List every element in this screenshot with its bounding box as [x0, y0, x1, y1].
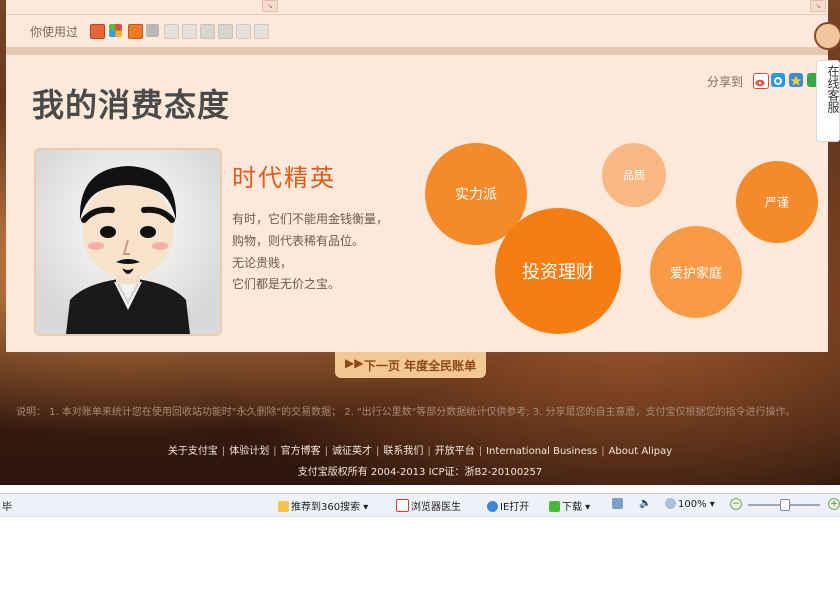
service-icon[interactable] [236, 24, 251, 39]
service-icon[interactable] [164, 24, 179, 39]
footer-link-contact[interactable]: 联系我们 [383, 446, 423, 457]
footer-links: 关于支付宝 | 体验计划 | 官方博客 | 诚征英才 | 联系我们 | 开放平台 | Internati… [167, 446, 673, 457]
zoom-out-button[interactable]: − [730, 498, 742, 510]
double-arrow-icon: ▶▶ [345, 356, 364, 370]
zoom-level-button[interactable]: 100% ▾ [665, 498, 715, 510]
online-service-label: 在线客服 [826, 65, 840, 113]
tag-bubble-rigorous: 严谨 [736, 161, 818, 243]
disclaimer-note: 说明： 1. 本对账单来统计您在使用回收站功能时"永久删除"的交易数据； 2. … [16, 407, 796, 418]
ie-open-button[interactable]: IE打开 [487, 498, 529, 513]
persona-desc-line: 有时，它们不能用金钱衡量， [232, 212, 389, 226]
service-icon[interactable] [90, 24, 105, 39]
share-label: 分享到 [707, 75, 744, 89]
footer-link-blog[interactable]: 官方博客 [281, 446, 321, 457]
browser-doctor-button[interactable]: 浏览器医生 [396, 498, 461, 513]
online-service-widget[interactable]: 在线客服 [812, 20, 840, 142]
thumb-up-icon [278, 501, 289, 512]
magnifier-icon [665, 498, 676, 509]
volume-icon[interactable]: 🔈 [639, 498, 651, 509]
used-label: 你使用过 [30, 25, 79, 39]
online-service-panel[interactable]: 在线客服 [816, 60, 840, 142]
section-divider [6, 47, 828, 55]
top-border: ↘ ↘ [6, 0, 828, 15]
bill-card: ↘ ↘ 你使用过 我的消费态度 分享到 时代精英 有时，它们不能用金钱衡量， 购… [6, 0, 828, 352]
expand-icon[interactable]: ↘ [262, 0, 278, 12]
service-icon[interactable] [218, 24, 233, 39]
service-avatar-icon [814, 22, 840, 50]
tag-bubble-family: 爱护家庭 [650, 226, 742, 318]
screen-icon[interactable] [612, 498, 625, 510]
zoom-in-button[interactable]: + [828, 498, 840, 510]
footer-link-platform[interactable]: 开放平台 [435, 446, 475, 457]
service-icon[interactable] [182, 24, 197, 39]
page-title: 我的消费态度 [32, 86, 231, 124]
next-page-button[interactable]: ▶▶ 下一页 年度全民账单 [335, 352, 486, 378]
ie-icon [487, 501, 498, 512]
persona-title: 时代精英 [232, 164, 336, 192]
service-icon[interactable] [200, 24, 215, 39]
avatar [34, 148, 222, 336]
browser-statusbar: 毕 推荐到360搜索 ▾ 浏览器医生 IE打开 下载 ▾ 🔈 100% ▾ − … [0, 493, 840, 517]
persona-desc-line: 无论贵贱， [232, 256, 293, 270]
footer-link-about-en[interactable]: About Alipay [609, 446, 673, 457]
status-text: 毕 [2, 502, 12, 513]
zoom-slider-thumb[interactable] [780, 499, 790, 511]
footer-link-experience[interactable]: 体验计划 [229, 446, 269, 457]
persona-desc-line: 购物，则代表稀有品位。 [232, 234, 365, 248]
service-icon[interactable] [146, 24, 159, 37]
used-services-row: 你使用过 [6, 15, 828, 47]
download-button[interactable]: 下载 ▾ [549, 498, 590, 513]
weibo-share-icon[interactable] [753, 73, 769, 89]
qq-share-icon[interactable] [771, 73, 785, 87]
footer-link-international[interactable]: International Business [486, 446, 597, 457]
download-icon [549, 501, 560, 512]
service-icon[interactable] [128, 24, 143, 39]
copyright: 支付宝版权所有 2004-2013 ICP证：浙B2-20100257 [297, 467, 543, 478]
star-share-icon[interactable] [789, 73, 803, 87]
service-icon[interactable] [254, 24, 269, 39]
doctor-icon [396, 499, 409, 512]
tag-bubble-investment: 投资理财 [495, 208, 621, 334]
expand-icon[interactable]: ↘ [810, 0, 826, 12]
recommend-360-button[interactable]: 推荐到360搜索 ▾ [278, 498, 368, 513]
service-icon[interactable] [109, 24, 122, 37]
persona-desc-line: 它们都是无价之宝。 [232, 277, 341, 291]
tag-bubble-quality: 品质 [602, 143, 666, 207]
next-page-label: 下一页 年度全民账单 [364, 359, 477, 373]
footer-link-about[interactable]: 关于支付宝 [168, 446, 218, 457]
footer-link-jobs[interactable]: 诚征英才 [332, 446, 372, 457]
